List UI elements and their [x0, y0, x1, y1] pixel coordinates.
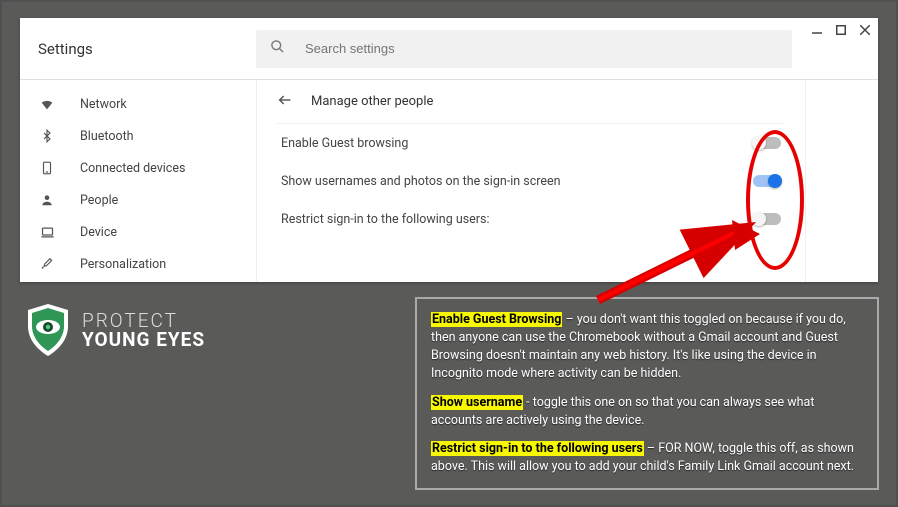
info-p1: Enable Guest Browsing – you don't want t…: [431, 311, 863, 384]
page-title: Settings: [38, 40, 256, 58]
sidebar-item-label: Device: [80, 225, 117, 240]
main-panel: Manage other people Enable Guest browsin…: [256, 80, 806, 282]
sidebar-item-network[interactable]: Network: [20, 88, 256, 120]
info-p2: Show username - toggle this one on so th…: [431, 394, 863, 430]
row-restrict-signin: Restrict sign-in to the following users:: [277, 200, 785, 238]
wifi-icon: [38, 95, 56, 113]
phone-icon: [38, 159, 56, 177]
back-arrow-icon[interactable]: [277, 92, 293, 112]
search-box[interactable]: [256, 30, 792, 68]
toggle-guest-browsing[interactable]: [753, 137, 781, 149]
sidebar-item-label: Bluetooth: [80, 129, 134, 144]
row-label: Restrict sign-in to the following users:: [281, 212, 490, 227]
info-p3: Restrict sign-in to the following users …: [431, 440, 863, 476]
window-controls: [812, 24, 870, 39]
sidebar-item-connected[interactable]: Connected devices: [20, 152, 256, 184]
logo: PROTECT YOUNG EYES: [24, 302, 205, 358]
sidebar-item-label: Connected devices: [80, 161, 185, 176]
sidebar: Network Bluetooth Connected devices Peop…: [20, 80, 256, 282]
laptop-icon: [38, 223, 56, 241]
sidebar-item-label: People: [80, 193, 118, 208]
panel-title: Manage other people: [311, 94, 433, 109]
sidebar-item-label: Personalization: [80, 257, 166, 272]
sidebar-item-bluetooth[interactable]: Bluetooth: [20, 120, 256, 152]
titlebar: Settings: [20, 18, 878, 80]
sidebar-item-people[interactable]: People: [20, 184, 256, 216]
sidebar-item-personalization[interactable]: Personalization: [20, 248, 256, 280]
bluetooth-icon: [38, 127, 56, 145]
minimize-button[interactable]: [812, 24, 822, 39]
sidebar-item-label: Network: [80, 97, 127, 112]
logo-line2: YOUNG EYES: [82, 330, 205, 349]
person-icon: [38, 191, 56, 209]
panel-header: Manage other people: [277, 80, 785, 124]
search-icon: [270, 39, 305, 58]
toggle-restrict-signin[interactable]: [753, 213, 781, 225]
sidebar-item-device[interactable]: Device: [20, 216, 256, 248]
row-label: Show usernames and photos on the sign-in…: [281, 174, 561, 189]
row-guest-browsing: Enable Guest browsing: [277, 124, 785, 162]
search-input[interactable]: [305, 41, 778, 56]
row-label: Enable Guest browsing: [281, 136, 408, 151]
toggle-show-usernames[interactable]: [753, 175, 781, 187]
shield-icon: [24, 302, 72, 358]
close-button[interactable]: [860, 24, 870, 39]
row-show-usernames: Show usernames and photos on the sign-in…: [277, 162, 785, 200]
info-box: Enable Guest Browsing – you don't want t…: [415, 297, 879, 490]
maximize-button[interactable]: [836, 24, 846, 39]
settings-window: Settings Network Bluetooth: [20, 18, 878, 282]
brush-icon: [38, 255, 56, 273]
